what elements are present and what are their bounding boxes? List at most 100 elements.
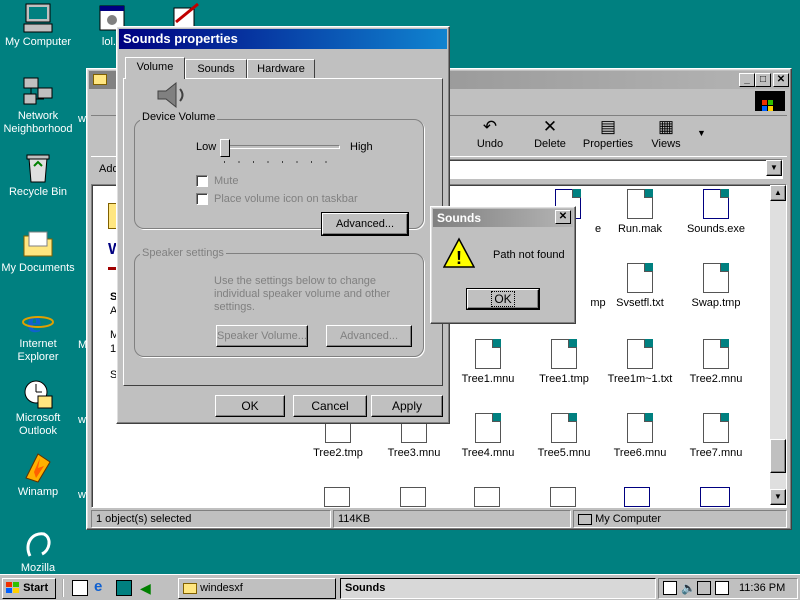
tray-display-icon[interactable] <box>715 581 729 595</box>
desktop-icon-internet-explorer[interactable]: e Internet Explorer <box>0 303 76 364</box>
scroll-thumb[interactable] <box>770 439 786 473</box>
mute-checkbox[interactable] <box>196 175 208 187</box>
msgbox-ok-button[interactable]: OK <box>466 288 540 310</box>
address-dropdown-button[interactable]: ▼ <box>766 160 782 176</box>
msgbox-title-bar[interactable]: Sounds ✕ <box>433 209 573 227</box>
windows-file-icon <box>703 263 729 293</box>
file-item[interactable]: Tree1.tmp <box>524 339 604 385</box>
file-item[interactable]: Tree6.mnu <box>600 413 680 459</box>
delete-button[interactable]: ✕ Delete <box>521 116 579 156</box>
file-name: Tree1.mnu <box>461 373 515 385</box>
quick-launch-notepad-icon[interactable] <box>72 580 88 596</box>
scroll-up-button[interactable]: ▲ <box>770 185 786 201</box>
ok-button[interactable]: OK <box>215 395 285 417</box>
tray-network-icon[interactable] <box>697 581 711 595</box>
dialog-title-bar[interactable]: Sounds properties <box>119 29 447 49</box>
folder-icon <box>22 228 54 260</box>
windows-file-icon <box>551 413 577 443</box>
task-sounds[interactable]: Sounds <box>340 578 656 599</box>
tray-speaker-icon[interactable]: 🔈 <box>681 581 696 595</box>
file-item[interactable]: Svsetfl.txt <box>600 263 680 309</box>
windows-logo-box <box>755 91 785 111</box>
program-file-icon <box>703 189 729 219</box>
tab-volume[interactable]: Volume <box>125 57 185 79</box>
windows-file-icon <box>703 413 729 443</box>
speaker-volume-button[interactable]: Speaker Volume... <box>216 325 308 347</box>
network-icon <box>22 76 54 108</box>
quick-launch-channels-icon[interactable]: ◀ <box>140 580 156 596</box>
tray-calendar-icon[interactable] <box>663 581 677 595</box>
start-label: Start <box>23 582 49 594</box>
desktop-icon-microsoft-outlook[interactable]: Microsoft Outlook <box>0 378 76 438</box>
desktop-icon-my-computer[interactable]: My Computer <box>0 2 76 49</box>
close-button[interactable]: ✕ <box>773 73 789 87</box>
task-windesxf[interactable]: windesxf <box>178 578 336 599</box>
file-item[interactable]: Sounds.exe <box>676 189 756 235</box>
msgbox-message: Path not found <box>493 249 565 261</box>
properties-button[interactable]: ▤ Properties <box>577 116 639 156</box>
text-file-icon <box>627 263 653 293</box>
tab-label: Sounds <box>197 63 235 75</box>
button-label: OK <box>491 291 515 307</box>
file-item[interactable]: Swap.tmp <box>676 263 756 309</box>
taskbar: Start e ◀ windesxf Sounds 🔈 11:36 PM <box>0 574 800 600</box>
quick-launch-ie-icon[interactable]: e <box>94 579 110 595</box>
recycle-bin-icon <box>22 152 54 184</box>
file-item-partial[interactable] <box>474 487 500 507</box>
clock[interactable]: 11:36 PM <box>739 582 785 594</box>
maximize-button[interactable]: □ <box>755 73 771 87</box>
desktop-icon-mozilla[interactable]: Mozilla <box>0 528 76 575</box>
file-item-partial[interactable] <box>624 487 650 507</box>
properties-icon: ▤ <box>599 117 617 136</box>
file-item-partial[interactable] <box>700 487 730 507</box>
sounds-properties-dialog[interactable]: Sounds properties Volume Sounds Hardware… <box>116 26 450 424</box>
views-button[interactable]: ▦ Views <box>637 116 695 156</box>
apply-button[interactable]: Apply <box>371 395 443 417</box>
start-button[interactable]: Start <box>2 578 56 599</box>
desktop-icon-winamp[interactable]: Winamp <box>0 452 76 499</box>
button-label: OK <box>241 399 259 413</box>
file-item[interactable]: Run.mak <box>600 189 680 235</box>
status-zone-text: My Computer <box>595 513 662 525</box>
file-item-partial[interactable] <box>550 487 576 507</box>
speaker-advanced-button[interactable]: Advanced... <box>326 325 412 347</box>
tab-hardware[interactable]: Hardware <box>247 59 315 79</box>
vertical-scrollbar[interactable]: ▲ ▼ <box>770 185 786 505</box>
desktop-icon-my-documents[interactable]: My Documents <box>0 228 76 275</box>
undo-button[interactable]: ↶ Undo <box>461 116 519 156</box>
desktop-icon-label: My Documents <box>1 262 75 274</box>
cancel-button[interactable]: Cancel <box>293 395 367 417</box>
quick-launch-desktop-icon[interactable] <box>116 580 132 596</box>
error-message-box[interactable]: Sounds ✕ ! Path not found OK <box>430 206 576 324</box>
place-icon-checkbox[interactable] <box>196 193 208 205</box>
file-name: Tree6.mnu <box>613 447 667 459</box>
file-item-partial[interactable] <box>324 487 350 507</box>
tab-sounds[interactable]: Sounds <box>185 59 247 79</box>
file-name: Sounds.exe <box>686 223 746 235</box>
desktop-icon-label: Microsoft Outlook <box>15 412 61 437</box>
slider-thumb[interactable] <box>220 139 230 157</box>
volume-low-label: Low <box>196 141 217 153</box>
file-item[interactable]: Tree4.mnu <box>448 413 528 459</box>
close-button[interactable]: ✕ <box>555 210 571 224</box>
desktop-icon-recycle-bin[interactable]: Recycle Bin <box>0 152 76 199</box>
desktop-icon-network-neighborhood[interactable]: Network Neighborhood <box>0 76 76 136</box>
minimize-button[interactable]: _ <box>739 73 755 87</box>
file-item[interactable]: Tree5.mnu <box>524 413 604 459</box>
file-item[interactable]: Tree7.mnu <box>676 413 756 459</box>
file-item-partial[interactable] <box>400 487 426 507</box>
views-label: Views <box>651 138 681 150</box>
computer-icon <box>22 2 54 34</box>
file-item[interactable]: Tree1.mnu <box>448 339 528 385</box>
mute-label: Mute <box>214 175 239 187</box>
advanced-button[interactable]: Advanced... <box>321 212 409 236</box>
volume-slider[interactable] <box>220 137 344 167</box>
file-item[interactable]: Tree2.mnu <box>676 339 756 385</box>
desktop-label-fragment: w <box>78 489 86 501</box>
views-dropdown-arrow[interactable]: ▼ <box>697 128 706 138</box>
file-item[interactable]: Tree1m~1.txt <box>600 339 680 385</box>
windows-file-icon <box>703 339 729 369</box>
scroll-down-button[interactable]: ▼ <box>770 489 786 505</box>
file-name: Tree5.mnu <box>537 447 591 459</box>
undo-label: Undo <box>476 138 504 150</box>
